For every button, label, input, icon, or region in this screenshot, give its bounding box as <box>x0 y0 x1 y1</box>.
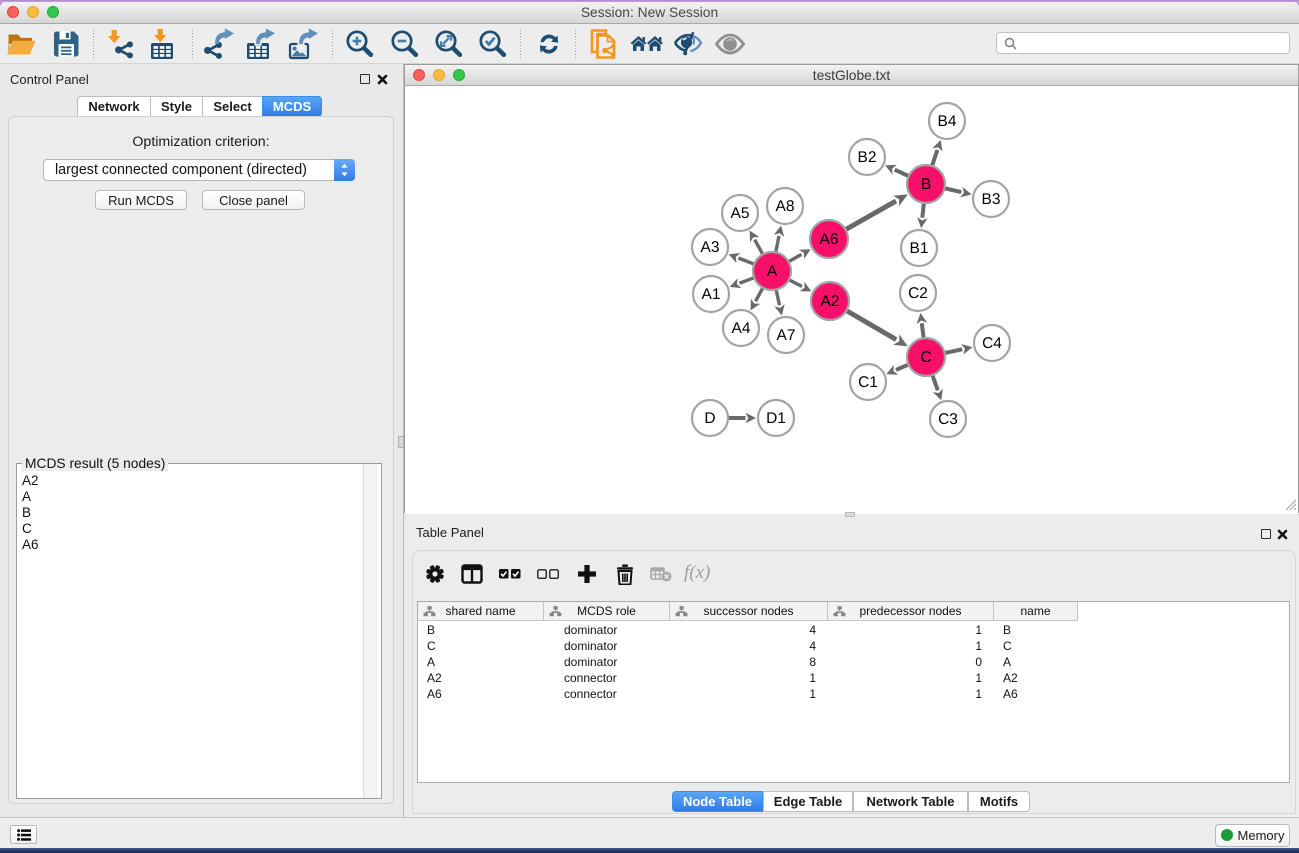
svg-text:B4: B4 <box>938 113 957 130</box>
svg-text:A5: A5 <box>731 205 750 222</box>
svg-text:A4: A4 <box>732 320 751 337</box>
svg-text:C1: C1 <box>858 374 878 391</box>
svg-text:D: D <box>704 410 715 427</box>
svg-text:B1: B1 <box>910 240 929 257</box>
svg-text:C3: C3 <box>938 411 958 428</box>
svg-text:A: A <box>767 263 778 280</box>
svg-text:A2: A2 <box>821 293 840 310</box>
svg-text:A6: A6 <box>820 231 839 248</box>
svg-text:A7: A7 <box>777 327 796 344</box>
svg-text:C: C <box>920 349 931 366</box>
svg-text:B2: B2 <box>858 149 877 166</box>
svg-text:A8: A8 <box>776 198 795 215</box>
svg-text:B: B <box>921 176 931 193</box>
svg-text:A1: A1 <box>702 286 721 303</box>
svg-text:C4: C4 <box>982 335 1002 352</box>
svg-text:C2: C2 <box>908 285 928 302</box>
svg-text:D1: D1 <box>766 410 786 427</box>
svg-text:A3: A3 <box>701 239 720 256</box>
svg-text:B3: B3 <box>982 191 1001 208</box>
